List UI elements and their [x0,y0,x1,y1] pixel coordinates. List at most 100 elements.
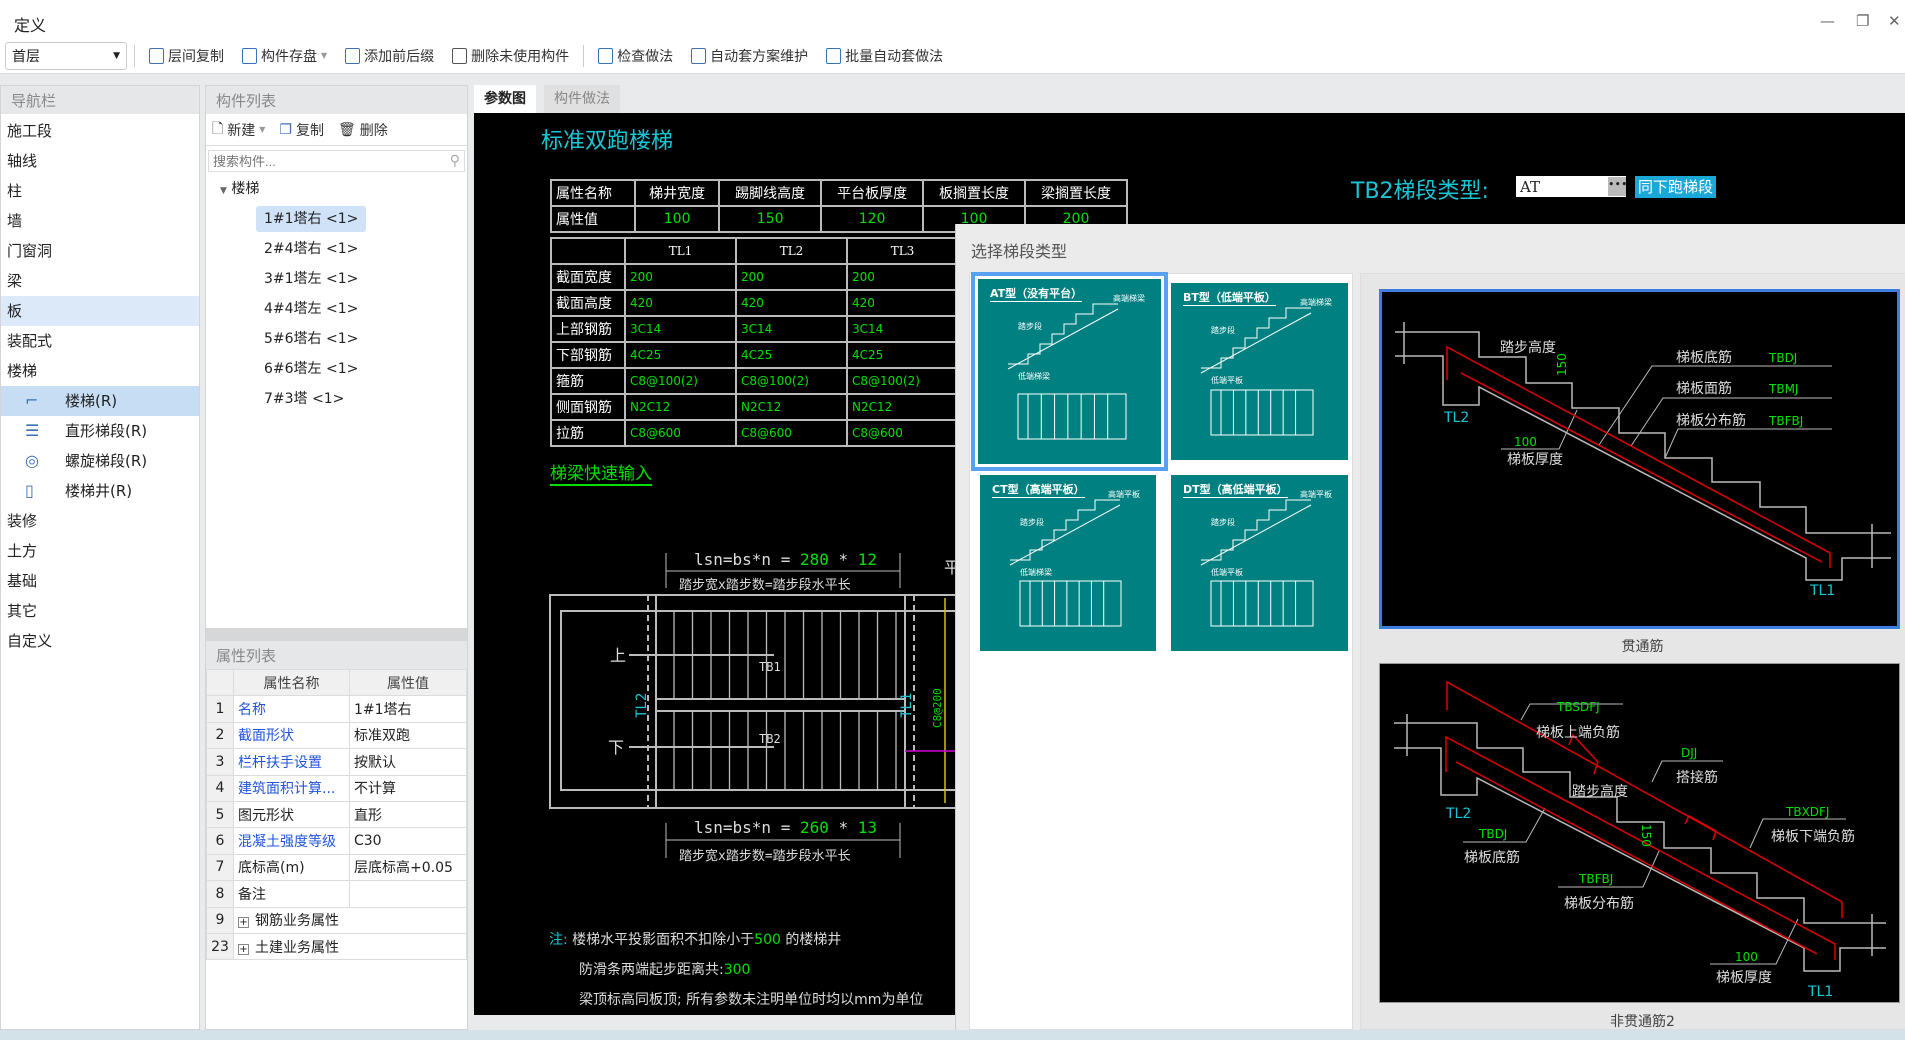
copy-button[interactable]: ❐ 复制 [279,120,324,140]
copy-between-floors-button[interactable]: 层间复制 [142,46,231,66]
property-row[interactable]: 6 混凝土强度等级 C30 [206,827,467,855]
delete-unused-button[interactable]: 删除未使用构件 [445,46,576,66]
nav-item[interactable]: ◎ 螺旋梯段(R) [1,446,199,476]
property-value[interactable]: 直形 [349,800,467,829]
nav-item[interactable]: 梁 [1,266,199,296]
component-item[interactable]: 2#4塔右 <1> [256,236,366,262]
property-value[interactable]: 标准双跑 [349,721,467,750]
property-row[interactable]: 5 图元形状 直形 [206,800,467,829]
nav-item[interactable]: 柱 [1,176,199,206]
flight-type-sketch: 高端平板 踏步段 低端梯梁 [1009,489,1140,627]
close-button[interactable]: ✕ [1888,12,1901,30]
property-value[interactable]: C30 [349,827,467,855]
restore-button[interactable]: ❐ [1856,12,1869,30]
stirrup-label: C8@200 [931,688,944,728]
label: 新建 [227,122,256,139]
property-value[interactable]: 不计算 [349,774,467,802]
component-item[interactable]: 4#4塔左 <1> [256,296,366,322]
row-index: 2 [206,721,234,750]
same-as-lower-flight-button[interactable]: 同下跑梯段 [1635,176,1717,198]
property-row[interactable]: 2 截面形状 标准双跑 [206,721,467,750]
stairwell-icon: ▯ [25,481,34,500]
row-index: 1 [206,695,234,723]
floor-select[interactable]: 首层 ▼ [5,41,127,70]
preview-through-rebar: 踏步高度 150 TL2 100 梯板厚度 梯板底筋 TBDJ 梯板面筋 TBM… [1379,289,1900,629]
nav-item-label: 楼梯井(R) [65,482,133,500]
search-icon: ⚲ [449,153,460,169]
property-value[interactable]: 1#1塔右 [349,695,467,723]
add-prefix-suffix-button[interactable]: 添加前后缀 [338,46,441,66]
component-list-panel: 构件列表 🗋新建▼ ❐复制 🗑删除 ⚲ ▼ 楼梯 1#1塔右 <1>2#4塔右 … [205,85,468,630]
label: 层间复制 [168,48,224,65]
nav-item[interactable]: 装修 [1,506,199,536]
nav-item[interactable]: 门窗洞 [1,236,199,266]
flight-type-option[interactable]: CT型（高端平板） 高端平板 踏步段 低端梯梁 [980,475,1156,651]
property-name: 混凝土强度等级 [233,827,350,855]
nav-item[interactable]: 墙 [1,206,199,236]
nav-item[interactable]: 土方 [1,536,199,566]
property-row[interactable]: 8 备注 [206,880,467,908]
property-value[interactable]: 按默认 [349,748,467,776]
batch-auto-button[interactable]: 批量自动套做法 [819,46,950,66]
step-height-value: 150 [1555,353,1569,376]
delete-button[interactable]: 🗑 删除 [338,120,388,140]
nav-item[interactable]: ⌐ 楼梯(R) [1,386,199,416]
tab-component-method[interactable]: 构件做法 [544,85,620,113]
nav-item[interactable]: ☰ 直形梯段(R) [1,416,199,446]
svg-text:低端平板: 低端平板 [1211,375,1243,385]
search-input[interactable] [213,153,433,169]
tree-group-stairs[interactable]: ▼ 楼梯 [220,176,259,202]
property-row[interactable]: 9 + 钢筋业务属性 [206,906,467,934]
property-value[interactable] [349,880,467,908]
tab-param-diagram[interactable]: 参数图 [474,85,536,113]
rebar-code: TBFBJ [1768,414,1803,428]
list-icon [345,47,361,64]
rebar-label: 搭接筋 [1676,769,1718,786]
tb2-type-input[interactable]: AT ••• [1516,176,1627,197]
nav-item[interactable]: 轴线 [1,146,199,176]
expand-icon[interactable]: + [238,917,249,929]
copy-icon [149,47,164,64]
property-name: 名称 [233,695,350,723]
property-row[interactable]: 3 栏杆扶手设置 按默认 [206,748,467,776]
flight-type-option[interactable]: DT型（高低端平板） 高端平板 踏步段 低端平板 [1171,475,1348,651]
nav-item[interactable]: 板 [1,296,199,326]
nav-item[interactable]: 其它 [1,596,199,626]
rebar-label: 梯板下端负筋 [1771,828,1855,845]
property-row[interactable]: 1 名称 1#1塔右 [206,695,467,723]
property-name: 截面形状 [233,721,350,750]
nav-item[interactable]: 装配式 [1,326,199,356]
dialog-title: 选择梯段类型 [971,242,1068,261]
nav-item-label: 施工段 [7,122,53,140]
save-component-button[interactable]: 构件存盘 ▼ [235,46,334,66]
component-item[interactable]: 5#6塔右 <1> [256,326,366,352]
property-row[interactable]: 23 + 土建业务属性 [206,932,467,961]
nav-item[interactable]: 基础 [1,566,199,596]
nav-item-label: 轴线 [7,152,38,170]
chevron-down-icon: ▼ [113,50,120,61]
flight-type-option[interactable]: AT型（没有平台） 高端梯梁 踏步段 低端梯梁 [971,272,1168,471]
component-item[interactable]: 6#6塔左 <1> [256,356,366,382]
note-prefix: 注: [549,932,568,948]
auto-scheme-button[interactable]: 自动套方案维护 [684,46,815,66]
component-item[interactable]: 7#3塔 <1> [256,386,352,412]
ellipsis-button[interactable]: ••• [1608,177,1627,196]
property-value[interactable]: 层底标高+0.05 [349,853,467,882]
component-item[interactable]: 1#1塔右 <1> [256,206,367,232]
nav-item[interactable]: 自定义 [1,626,199,656]
expand-icon[interactable]: + [238,943,249,955]
nav-item[interactable]: 施工段 [1,116,199,146]
rebar-label: 梯板分布筋 [1676,412,1746,429]
component-item[interactable]: 3#1塔左 <1> [256,266,366,292]
spiral-icon: ◎ [25,451,39,470]
new-button[interactable]: 🗋 新建 ▼ [212,118,265,142]
property-row[interactable]: 4 建筑面积计算... 不计算 [206,774,467,802]
check-method-button[interactable]: 检查做法 [591,46,680,66]
minimize-button[interactable]: — [1820,12,1835,30]
property-row[interactable]: 7 底标高(m) 层底标高+0.05 [206,853,467,882]
flight-type-option[interactable]: BT型（低端平板） 高端梯梁 踏步段 低端平板 [1171,283,1348,460]
up-label: 上 [610,646,626,665]
nav-item[interactable]: 楼梯 [1,356,199,386]
nav-item[interactable]: ▯ 楼梯井(R) [1,476,199,506]
dim-top-text: lsn=bs*n = 280 * 12 [694,550,877,569]
